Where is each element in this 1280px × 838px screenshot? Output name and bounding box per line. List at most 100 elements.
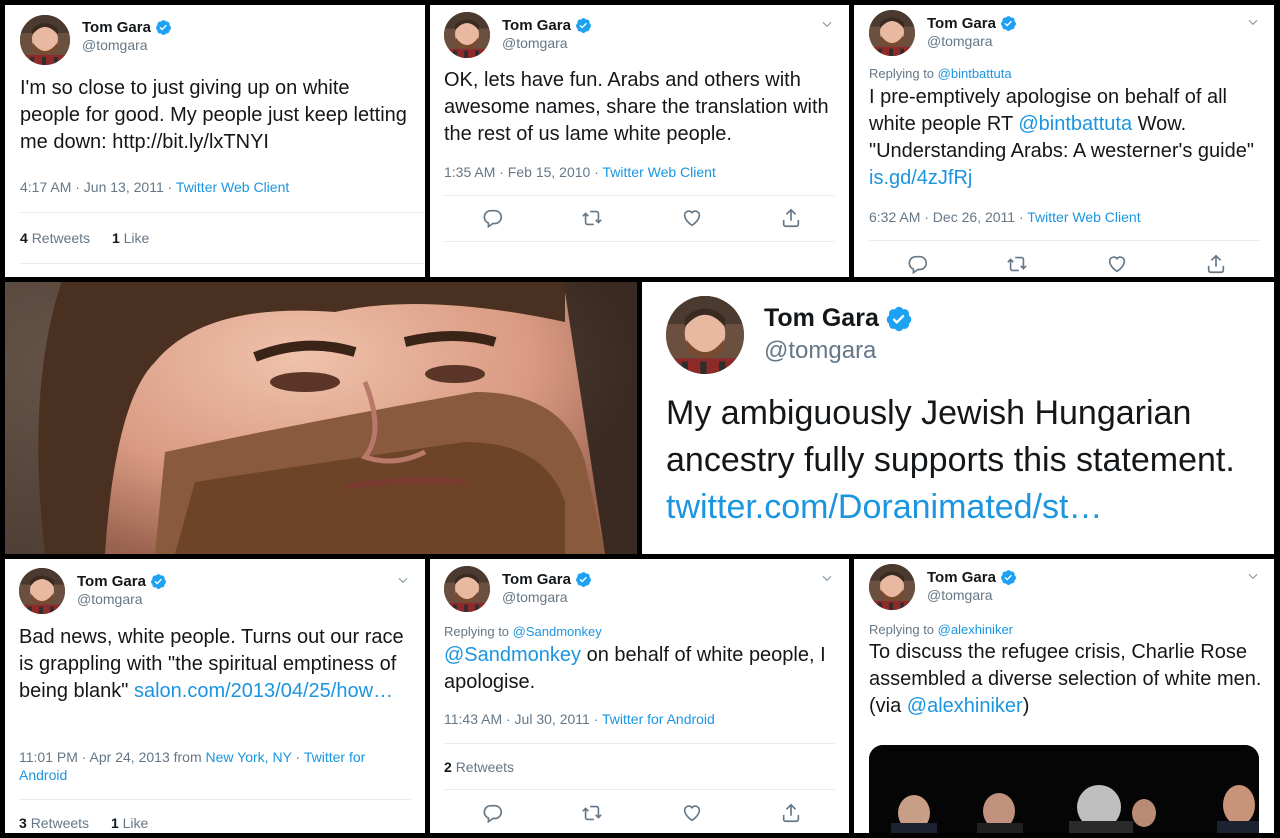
retweets-stat[interactable]: 2 Retweets bbox=[444, 759, 514, 775]
tweet-link[interactable]: twitter.com/Doranimated/st… bbox=[666, 488, 1102, 526]
timestamp-text[interactable]: 6:32 AM · Dec 26, 2011 · bbox=[869, 209, 1027, 225]
display-name-text[interactable]: Tom Gara bbox=[502, 571, 571, 588]
display-name-text[interactable]: Tom Gara bbox=[927, 569, 996, 586]
mention-link[interactable]: @bintbattuta bbox=[1018, 113, 1132, 135]
display-name-text[interactable]: Tom Gara bbox=[927, 15, 996, 32]
mention-link[interactable]: @alexhiniker bbox=[907, 695, 1023, 717]
verified-badge-icon bbox=[885, 305, 913, 333]
chevron-down-icon[interactable] bbox=[1246, 569, 1260, 583]
display-name-text[interactable]: Tom Gara bbox=[502, 17, 571, 34]
avatar[interactable] bbox=[444, 566, 490, 612]
user-handle[interactable]: @tomgara bbox=[764, 337, 913, 365]
client-link[interactable]: Twitter for Android bbox=[602, 711, 715, 727]
divider bbox=[444, 241, 835, 242]
tweet-card-4: Tom Gara @tomgara My ambiguously Jewish … bbox=[642, 282, 1274, 554]
retweet-icon[interactable] bbox=[581, 802, 603, 824]
tweet-timestamp: 6:32 AM · Dec 26, 2011 · Twitter Web Cli… bbox=[869, 209, 1141, 225]
likes-label: Like bbox=[122, 815, 149, 831]
tweet-text: My ambiguously Jewish Hungarian ancestry… bbox=[666, 390, 1266, 531]
chevron-down-icon[interactable] bbox=[1246, 15, 1260, 29]
mention-link[interactable]: @Sandmonkey bbox=[444, 644, 581, 666]
display-name[interactable]: Tom Gara bbox=[764, 304, 913, 333]
display-name[interactable]: Tom Gara bbox=[502, 571, 592, 588]
verified-badge-icon bbox=[575, 571, 592, 588]
user-handle[interactable]: @tomgara bbox=[927, 33, 1017, 49]
chevron-down-icon[interactable] bbox=[820, 17, 834, 31]
user-handle[interactable]: @tomgara bbox=[502, 589, 592, 605]
avatar[interactable] bbox=[20, 15, 70, 65]
likes-count: 1 bbox=[110, 815, 119, 831]
tweet-link[interactable]: is.gd/4zJfRj bbox=[869, 167, 972, 189]
user-handle[interactable]: @tomgara bbox=[502, 35, 592, 51]
display-name[interactable]: Tom Gara bbox=[77, 573, 167, 590]
client-link[interactable]: Twitter Web Client bbox=[176, 179, 289, 195]
replying-to: Replying to @bintbattuta bbox=[869, 66, 1012, 81]
display-name-text[interactable]: Tom Gara bbox=[82, 19, 151, 36]
tweet-text: @Sandmonkey on behalf of white people, I… bbox=[444, 642, 839, 696]
attached-photo[interactable] bbox=[869, 745, 1259, 833]
retweets-label: Retweets bbox=[31, 230, 91, 246]
display-name[interactable]: Tom Gara bbox=[927, 569, 1017, 586]
like-icon[interactable] bbox=[1106, 253, 1128, 275]
user-handle[interactable]: @tomgara bbox=[77, 591, 167, 607]
reply-icon[interactable] bbox=[482, 802, 504, 824]
verified-badge-icon bbox=[150, 573, 167, 590]
share-icon[interactable] bbox=[780, 207, 802, 229]
tweet-link[interactable]: salon.com/2013/04/25/how… bbox=[134, 680, 393, 702]
timestamp-text[interactable]: 4:17 AM · Jun 13, 2011 · bbox=[20, 179, 176, 195]
replying-to-link[interactable]: @bintbattuta bbox=[938, 66, 1012, 81]
location-link[interactable]: New York, NY bbox=[206, 749, 292, 765]
avatar[interactable] bbox=[869, 10, 915, 56]
tweet-header: Tom Gara @tomgara bbox=[666, 296, 913, 374]
share-icon[interactable] bbox=[1205, 253, 1227, 275]
display-name-text[interactable]: Tom Gara bbox=[77, 573, 146, 590]
replying-to-link[interactable]: @alexhiniker bbox=[938, 622, 1013, 637]
user-handle[interactable]: @tomgara bbox=[82, 37, 172, 53]
likes-stat[interactable]: 1 Like bbox=[111, 815, 148, 831]
tweet-timestamp: 11:43 AM · Jul 30, 2011 · Twitter for An… bbox=[444, 711, 715, 727]
verified-badge-icon bbox=[155, 19, 172, 36]
retweets-stat[interactable]: 3 Retweets bbox=[19, 815, 89, 831]
tweet-header: Tom Gara @tomgara bbox=[869, 564, 1017, 610]
chevron-down-icon[interactable] bbox=[396, 573, 410, 587]
timestamp-text[interactable]: 1:35 AM · Feb 15, 2010 · bbox=[444, 164, 603, 180]
avatar[interactable] bbox=[444, 12, 490, 58]
replying-to: Replying to @alexhiniker bbox=[869, 622, 1013, 637]
display-name-text[interactable]: Tom Gara bbox=[764, 304, 879, 333]
divider bbox=[869, 240, 1260, 241]
avatar[interactable] bbox=[666, 296, 744, 374]
tweet-timestamp: 4:17 AM · Jun 13, 2011 · Twitter Web Cli… bbox=[20, 179, 289, 195]
retweet-icon[interactable] bbox=[1006, 253, 1028, 275]
replying-to-link[interactable]: @Sandmonkey bbox=[513, 624, 602, 639]
display-name[interactable]: Tom Gara bbox=[502, 17, 592, 34]
share-icon[interactable] bbox=[780, 802, 802, 824]
divider bbox=[444, 195, 835, 196]
likes-count: 1 bbox=[111, 230, 120, 246]
verified-badge-icon bbox=[1000, 569, 1017, 586]
client-link[interactable]: Twitter Web Client bbox=[603, 164, 716, 180]
like-icon[interactable] bbox=[681, 207, 703, 229]
retweet-icon[interactable] bbox=[581, 207, 603, 229]
display-name[interactable]: Tom Gara bbox=[82, 19, 172, 36]
user-handle[interactable]: @tomgara bbox=[927, 587, 1017, 603]
tweet-card-5: Tom Gara @tomgara Bad news, white people… bbox=[5, 559, 425, 833]
tweet-card-3: Tom Gara @tomgara Replying to @bintbattu… bbox=[854, 5, 1274, 277]
retweets-count: 4 bbox=[20, 230, 28, 246]
tweet-timestamp: 1:35 AM · Feb 15, 2010 · Twitter Web Cli… bbox=[444, 164, 716, 180]
display-name[interactable]: Tom Gara bbox=[927, 15, 1017, 32]
chevron-down-icon[interactable] bbox=[820, 571, 834, 585]
avatar[interactable] bbox=[19, 568, 65, 614]
likes-stat[interactable]: 1 Like bbox=[112, 230, 149, 246]
tweet-actions bbox=[482, 802, 802, 824]
timestamp-text[interactable]: 11:01 PM · Apr 24, 2013 from bbox=[19, 749, 206, 765]
retweets-stat[interactable]: 4 Retweets bbox=[20, 230, 90, 246]
reply-icon[interactable] bbox=[482, 207, 504, 229]
avatar[interactable] bbox=[869, 564, 915, 610]
tweet-card-6: Tom Gara @tomgara Replying to @Sandmonke… bbox=[430, 559, 849, 833]
reply-icon[interactable] bbox=[907, 253, 929, 275]
client-link[interactable]: Twitter Web Client bbox=[1027, 209, 1140, 225]
retweets-count: 3 bbox=[19, 815, 27, 831]
like-icon[interactable] bbox=[681, 802, 703, 824]
timestamp-text[interactable]: 11:43 AM · Jul 30, 2011 · bbox=[444, 711, 602, 727]
retweets-label: Retweets bbox=[455, 759, 515, 775]
